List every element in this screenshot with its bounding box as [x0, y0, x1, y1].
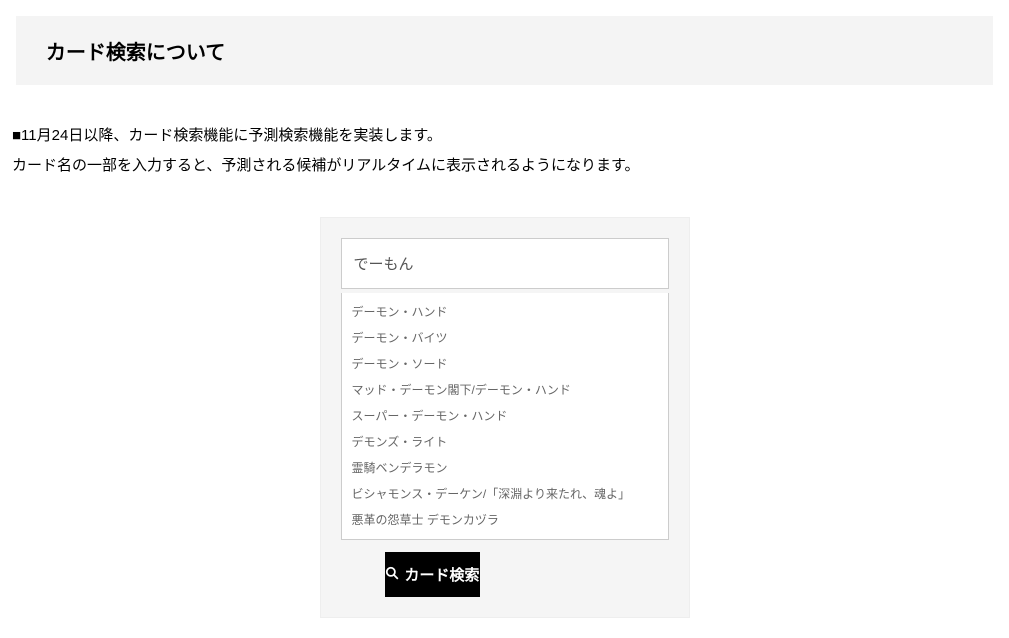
- search-icon: [385, 566, 399, 584]
- notice-line-1: ■11月24日以降、カード検索機能に予測検索機能を実装します。: [12, 121, 997, 151]
- search-button-label: カード検索: [405, 564, 480, 585]
- suggestion-item[interactable]: デーモン・ハンド: [342, 299, 668, 325]
- suggestion-item[interactable]: 霊騎ベンデラモン: [342, 455, 668, 481]
- content-area: ■11月24日以降、カード検索機能に予測検索機能を実装します。 カード名の一部を…: [0, 101, 1009, 638]
- suggestion-item[interactable]: スーパー・デーモン・ハンド: [342, 403, 668, 429]
- search-demo-panel: でーもん デーモン・ハンド デーモン・バイツ デーモン・ソード マッド・デーモン…: [320, 217, 690, 618]
- demo-wrapper: でーもん デーモン・ハンド デーモン・バイツ デーモン・ソード マッド・デーモン…: [12, 217, 997, 618]
- page-title: カード検索について: [46, 36, 963, 65]
- suggestion-item[interactable]: ビシャモンス・デーケン/「深淵より来たれ、魂よ」: [342, 481, 668, 507]
- card-search-button[interactable]: カード検索: [385, 552, 480, 597]
- suggestion-item[interactable]: デーモン・ソード: [342, 351, 668, 377]
- suggestion-item[interactable]: 悪革の怨草士 デモンカヅラ: [342, 507, 668, 533]
- search-input[interactable]: でーもん: [341, 238, 669, 289]
- page-header: カード検索について: [16, 16, 993, 85]
- suggestion-list: デーモン・ハンド デーモン・バイツ デーモン・ソード マッド・デーモン閣下/デー…: [341, 293, 669, 540]
- notice-line-2: カード名の一部を入力すると、予測される候補がリアルタイムに表示されるようになりま…: [12, 151, 997, 181]
- suggestion-item[interactable]: デーモン・バイツ: [342, 325, 668, 351]
- suggestion-item[interactable]: マッド・デーモン閣下/デーモン・ハンド: [342, 377, 668, 403]
- suggestion-item[interactable]: デモンズ・ライト: [342, 429, 668, 455]
